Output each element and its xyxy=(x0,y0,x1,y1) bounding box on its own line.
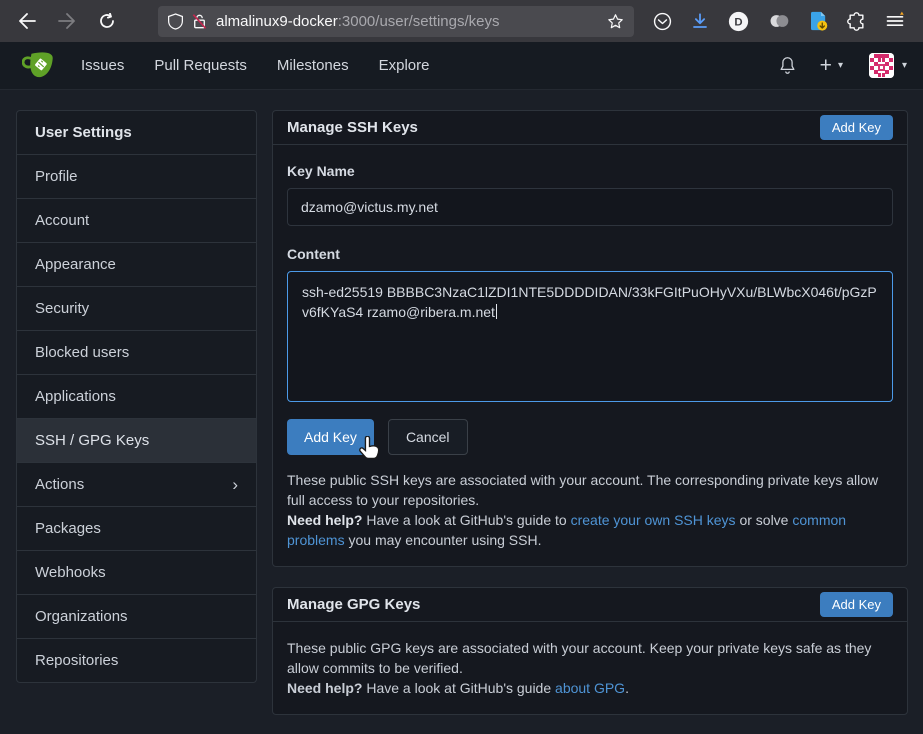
sidebar-item-webhooks[interactable]: Webhooks xyxy=(17,550,256,594)
tracking-shield-icon[interactable] xyxy=(168,13,183,30)
chevron-down-icon: ▾ xyxy=(838,60,843,71)
ssh-description-text: These public SSH keys are associated wit… xyxy=(287,472,878,508)
chevron-down-icon: ▾ xyxy=(902,60,907,71)
sidebar-item-repositories[interactable]: Repositories xyxy=(17,638,256,682)
gitea-logo-icon[interactable] xyxy=(22,51,56,81)
url-host: almalinux9-docker xyxy=(216,13,338,30)
settings-page: User Settings Profile Account Appearance… xyxy=(0,90,923,715)
insecure-lock-icon[interactable] xyxy=(192,13,207,30)
sidebar-item-appearance[interactable]: Appearance xyxy=(17,242,256,286)
create-ssh-keys-link[interactable]: create your own SSH keys xyxy=(571,512,736,528)
extensions-puzzle-icon[interactable] xyxy=(847,12,866,31)
ssh-key-form: Key Name Content ssh-ed25519 BBBBC3NzaC1… xyxy=(273,145,907,566)
nav-milestones[interactable]: Milestones xyxy=(262,57,364,74)
firefox-window: { "browser": { "url": { "host": "almalin… xyxy=(0,0,923,734)
extension-circles-icon[interactable] xyxy=(768,12,790,30)
avatar xyxy=(869,53,894,78)
about-gpg-link[interactable]: about GPG xyxy=(555,680,625,696)
nav-issues[interactable]: Issues xyxy=(66,57,139,74)
key-name-input[interactable] xyxy=(287,188,893,226)
sidebar-item-blocked-users[interactable]: Blocked users xyxy=(17,330,256,374)
navbar-right: + ▾ ▾ xyxy=(779,53,913,78)
extension-document-icon[interactable] xyxy=(809,11,828,31)
plus-icon: + xyxy=(820,55,832,76)
add-key-submit-button[interactable]: Add Key xyxy=(287,419,374,455)
url-bar[interactable]: almalinux9-docker:3000/user/settings/key… xyxy=(158,6,634,37)
user-menu[interactable]: ▾ xyxy=(869,53,907,78)
url-text: almalinux9-docker:3000/user/settings/key… xyxy=(216,13,500,30)
gpg-need-help-label: Need help? xyxy=(287,680,362,696)
browser-toolbar: almalinux9-docker:3000/user/settings/key… xyxy=(0,0,923,42)
content-label: Content xyxy=(287,246,893,262)
notifications-bell-icon[interactable] xyxy=(779,56,796,75)
gpg-keys-description: These public GPG keys are associated wit… xyxy=(287,638,893,698)
ssh-panel-header: Manage SSH Keys Add Key xyxy=(273,111,907,145)
toolbar-extensions: D xyxy=(653,11,913,32)
settings-sidebar: User Settings Profile Account Appearance… xyxy=(16,110,257,683)
sidebar-item-packages[interactable]: Packages xyxy=(17,506,256,550)
nav-explore[interactable]: Explore xyxy=(364,57,445,74)
text-caret xyxy=(496,304,497,319)
content-text: ssh-ed25519 BBBBC3NzaC1lZDI1NTE5DDDDIDAN… xyxy=(302,284,877,320)
app-menu-icon[interactable] xyxy=(885,11,905,31)
sidebar-item-security[interactable]: Security xyxy=(17,286,256,330)
key-name-label: Key Name xyxy=(287,163,893,179)
reload-icon[interactable] xyxy=(90,5,124,37)
gpg-panel-title: Manage GPG Keys xyxy=(287,596,420,613)
ssh-add-key-header-button[interactable]: Add Key xyxy=(820,115,893,140)
gitea-navbar: Issues Pull Requests Milestones Explore … xyxy=(0,42,923,90)
bookmark-star-icon[interactable] xyxy=(607,13,624,30)
sidebar-item-organizations[interactable]: Organizations xyxy=(17,594,256,638)
sidebar-item-profile[interactable]: Profile xyxy=(17,154,256,198)
manage-gpg-keys-panel: Manage GPG Keys Add Key These public GPG… xyxy=(272,587,908,715)
back-arrow-icon[interactable] xyxy=(10,5,44,37)
downloads-icon[interactable] xyxy=(691,12,709,30)
pocket-icon[interactable] xyxy=(653,12,672,31)
settings-main: Manage SSH Keys Add Key Key Name Content… xyxy=(272,110,908,715)
sidebar-item-applications[interactable]: Applications xyxy=(17,374,256,418)
gpg-add-key-header-button[interactable]: Add Key xyxy=(820,592,893,617)
manage-ssh-keys-panel: Manage SSH Keys Add Key Key Name Content… xyxy=(272,110,908,567)
sidebar-title: User Settings xyxy=(17,111,256,154)
ssh-keys-description: These public SSH keys are associated wit… xyxy=(287,470,893,550)
gpg-panel-body: These public GPG keys are associated wit… xyxy=(273,622,907,714)
ssh-panel-title: Manage SSH Keys xyxy=(287,119,418,136)
sidebar-item-account[interactable]: Account xyxy=(17,198,256,242)
extension-d-icon[interactable]: D xyxy=(728,11,749,32)
form-buttons: Add Key Cancel xyxy=(287,419,893,455)
gpg-description-text: These public GPG keys are associated wit… xyxy=(287,640,871,676)
create-new-menu[interactable]: + ▾ xyxy=(820,55,843,76)
content-textarea[interactable]: ssh-ed25519 BBBBC3NzaC1lZDI1NTE5DDDDIDAN… xyxy=(287,271,893,402)
sidebar-item-actions[interactable]: Actions› xyxy=(17,462,256,506)
sidebar-item-ssh-gpg-keys[interactable]: SSH / GPG Keys xyxy=(17,418,256,462)
url-path: :3000/user/settings/keys xyxy=(338,13,500,30)
cancel-button[interactable]: Cancel xyxy=(388,419,468,455)
chevron-right-icon: › xyxy=(232,476,238,493)
gpg-panel-header: Manage GPG Keys Add Key xyxy=(273,588,907,622)
forward-arrow-icon[interactable] xyxy=(50,5,84,37)
nav-pull-requests[interactable]: Pull Requests xyxy=(139,57,262,74)
ssh-need-help-label: Need help? xyxy=(287,512,362,528)
svg-text:D: D xyxy=(734,16,742,28)
